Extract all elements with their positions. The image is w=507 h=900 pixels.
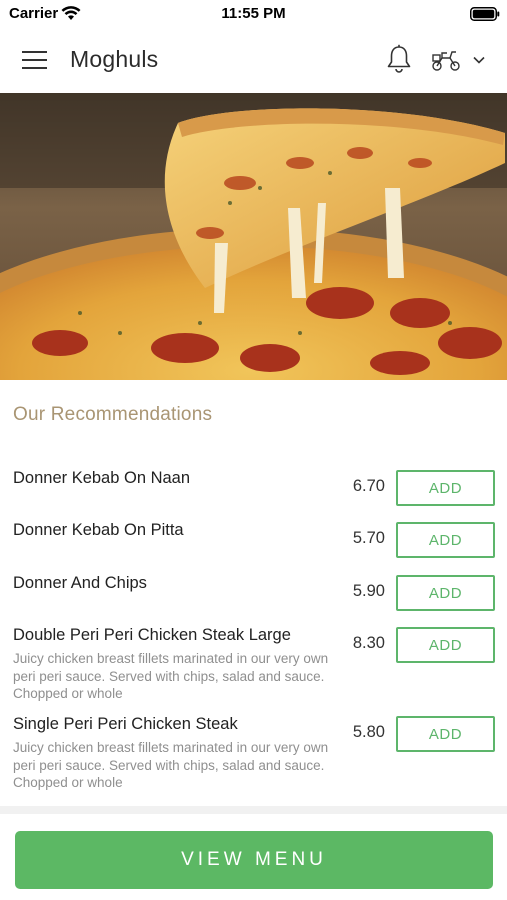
item-price: 6.70 xyxy=(352,477,385,495)
chevron-down-icon[interactable] xyxy=(472,55,486,65)
item-name: Donner Kebab On Pitta xyxy=(13,521,184,539)
item-description: Juicy chicken breast fillets marinated i… xyxy=(13,740,329,790)
item-name: Donner And Chips xyxy=(13,574,147,592)
hero-image xyxy=(0,93,507,380)
section-title: Our Recommendations xyxy=(13,404,213,425)
item-price: 8.30 xyxy=(352,634,385,652)
item-price: 5.70 xyxy=(352,529,385,547)
item-price: 5.80 xyxy=(352,723,385,741)
battery-icon xyxy=(470,7,500,21)
item-name: Donner Kebab On Naan xyxy=(13,469,191,487)
item-name: Double Peri Peri Chicken Steak Large xyxy=(13,626,291,644)
status-time: 11:55 PM xyxy=(221,5,286,22)
add-button[interactable]: ADD xyxy=(396,522,495,558)
page-title: Moghuls xyxy=(70,46,159,72)
divider xyxy=(0,806,507,814)
add-button[interactable]: ADD xyxy=(396,470,495,506)
item-price: 5.90 xyxy=(352,582,385,600)
delivery-scooter-icon[interactable] xyxy=(430,48,462,72)
item-description: Juicy chicken breast fillets marinated i… xyxy=(13,651,329,701)
view-menu-button[interactable]: VIEW MENU xyxy=(15,831,493,889)
add-button[interactable]: ADD xyxy=(396,575,495,611)
pizza-image xyxy=(0,93,507,380)
hamburger-menu-icon[interactable] xyxy=(22,50,48,70)
item-name: Single Peri Peri Chicken Steak xyxy=(13,715,238,733)
bell-icon[interactable] xyxy=(385,44,413,74)
app-header: Moghuls xyxy=(0,28,507,92)
add-button[interactable]: ADD xyxy=(396,627,495,663)
status-bar: Carrier 11:55 PM xyxy=(0,0,507,28)
add-button[interactable]: ADD xyxy=(396,716,495,752)
